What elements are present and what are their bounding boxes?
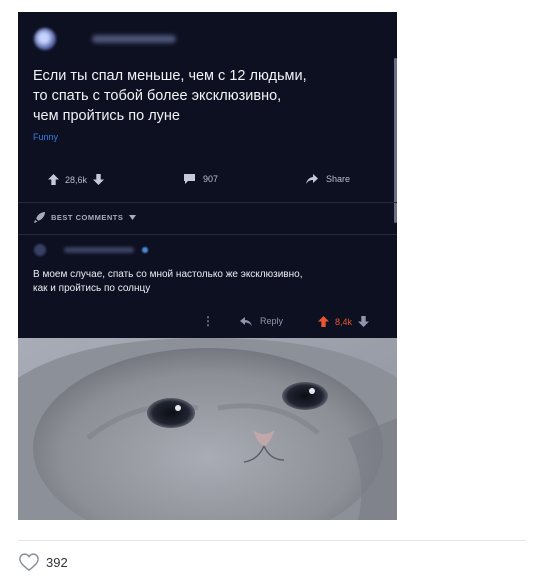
post-comments-button: 907 [184, 174, 218, 184]
post-screenshot-image: Если ты спал меньше, чем с 12 людьми, то… [18, 12, 397, 520]
arrow-down-icon [93, 174, 105, 185]
commenter-badge [142, 247, 148, 253]
comment-reply-button: Reply [240, 316, 283, 326]
author-name-blurred [92, 35, 176, 43]
like-button[interactable]: 392 [18, 552, 68, 572]
comment-vote-group: 8,4k [318, 316, 370, 327]
arrow-down-icon [358, 316, 370, 327]
author-avatar [34, 28, 56, 50]
comments-sort-label: BEST COMMENTS [51, 213, 124, 222]
divider [18, 234, 397, 235]
comment-vote-count: 8,4k [335, 316, 353, 327]
divider [18, 202, 397, 203]
post-flair: Funny [33, 132, 59, 142]
arrow-up-icon [318, 316, 329, 327]
comments-sort: BEST COMMENTS [34, 212, 137, 223]
post-share-label: Share [326, 174, 351, 184]
comment-author [34, 244, 174, 258]
reply-icon [240, 316, 252, 326]
post-author [34, 26, 234, 52]
heart-icon[interactable] [18, 552, 40, 572]
comment-reply-label: Reply [260, 316, 284, 326]
post-title: Если ты спал меньше, чем с 12 людьми, то… [33, 68, 307, 124]
arrow-up-icon [48, 174, 59, 185]
commenter-name-blurred [64, 247, 134, 253]
post-upvote-count: 28,6k [65, 174, 88, 185]
commenter-avatar [34, 244, 46, 256]
rocket-icon [34, 212, 45, 223]
post-share-button: Share [306, 174, 350, 184]
post-vote-group: 28,6k [48, 174, 105, 185]
share-icon [306, 174, 318, 184]
comment-icon [184, 174, 195, 184]
post-action-bar: 28,6k 907 Share [18, 170, 397, 194]
comment-text: В моем случае, спать со мной настолько ж… [33, 269, 303, 294]
chevron-down-icon [129, 215, 137, 220]
like-count: 392 [46, 554, 68, 570]
scrollbar [394, 58, 397, 223]
post-comment-count: 907 [203, 174, 219, 184]
more-icon: ⋮ [202, 314, 214, 328]
cat-in-bread-photo [18, 338, 397, 520]
comment-action-bar: ⋮ Reply 8,4k [18, 312, 397, 332]
bottom-divider [18, 540, 526, 541]
